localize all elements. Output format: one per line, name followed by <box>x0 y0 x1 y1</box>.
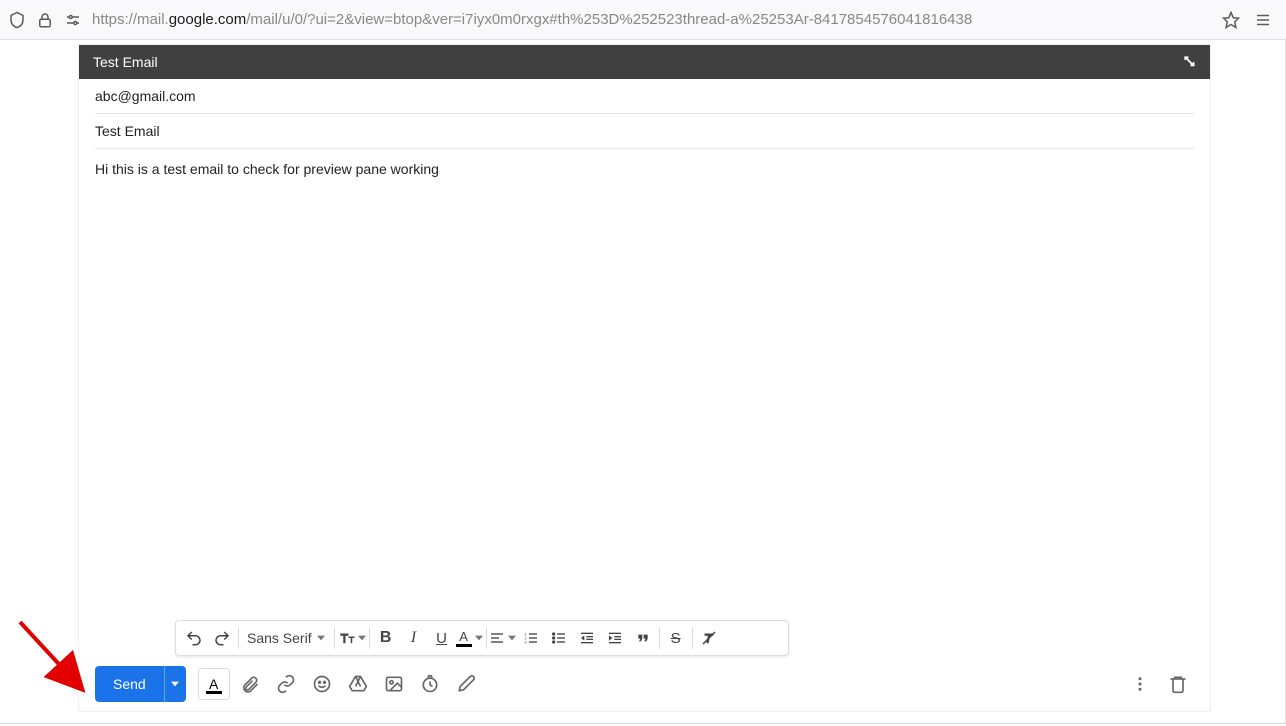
italic-button[interactable]: I <box>400 624 428 652</box>
to-field[interactable]: abc@gmail.com <box>95 79 1194 114</box>
menu-icon[interactable] <box>1254 11 1272 29</box>
indent-less-button[interactable] <box>573 624 601 652</box>
font-size-button[interactable] <box>337 624 367 652</box>
subject-value: Test Email <box>95 123 160 139</box>
compose-fields: abc@gmail.com Test Email <box>79 79 1210 149</box>
browser-toolbar: https://mail.google.com/mail/u/0/?ui=2&v… <box>0 0 1286 40</box>
compose-titlebar[interactable]: Test Email <box>79 45 1210 79</box>
align-button[interactable] <box>489 624 517 652</box>
bullet-list-button[interactable] <box>545 624 573 652</box>
send-button[interactable]: Send <box>95 666 164 702</box>
popout-icon[interactable] <box>1182 54 1196 71</box>
clear-format-button[interactable] <box>695 624 723 652</box>
subject-field[interactable]: Test Email <box>95 114 1194 149</box>
image-icon[interactable] <box>378 668 410 700</box>
text-color-button[interactable]: A <box>456 624 484 652</box>
discard-icon[interactable] <box>1162 668 1194 700</box>
shield-icon[interactable] <box>8 11 26 29</box>
link-icon[interactable] <box>270 668 302 700</box>
send-options-button[interactable] <box>164 666 186 702</box>
underline-button[interactable]: U <box>428 624 456 652</box>
compose-body[interactable]: Hi this is a test email to check for pre… <box>79 149 1210 579</box>
separator <box>369 627 370 649</box>
url-domain: google.com <box>169 11 247 28</box>
undo-button[interactable] <box>180 624 208 652</box>
strikethrough-button[interactable]: S <box>662 624 690 652</box>
separator <box>692 627 693 649</box>
separator <box>486 627 487 649</box>
attach-icon[interactable] <box>234 668 266 700</box>
more-options-icon[interactable] <box>1124 668 1156 700</box>
format-toolbar: Sans Serif B I U A 123 S <box>175 620 789 656</box>
url-path: /mail/u/0/?ui=2&view=btop&ver=i7iyx0m0rx… <box>246 11 972 28</box>
font-name: Sans Serif <box>247 630 312 646</box>
send-label: Send <box>113 676 146 692</box>
bold-button[interactable]: B <box>372 624 400 652</box>
signature-icon[interactable] <box>450 668 482 700</box>
svg-text:3: 3 <box>524 639 527 644</box>
quote-button[interactable] <box>629 624 657 652</box>
compose-bottom-bar: Send A <box>79 657 1210 711</box>
bookmark-icon[interactable] <box>1222 11 1240 29</box>
url-bar[interactable]: https://mail.google.com/mail/u/0/?ui=2&v… <box>92 11 1212 28</box>
compose-action-icons: A <box>198 668 482 700</box>
separator <box>659 627 660 649</box>
font-select[interactable]: Sans Serif <box>241 624 332 652</box>
compose-window: Test Email abc@gmail.com Test Email Hi t… <box>79 45 1210 711</box>
emoji-icon[interactable] <box>306 668 338 700</box>
indent-more-button[interactable] <box>601 624 629 652</box>
to-value: abc@gmail.com <box>95 88 196 104</box>
body-text: Hi this is a test email to check for pre… <box>95 161 439 177</box>
numbered-list-button[interactable]: 123 <box>517 624 545 652</box>
confidential-icon[interactable] <box>414 668 446 700</box>
permissions-icon[interactable] <box>64 11 82 29</box>
separator <box>238 627 239 649</box>
formatting-toggle-button[interactable]: A <box>198 668 230 700</box>
drive-icon[interactable] <box>342 668 374 700</box>
compose-title: Test Email <box>93 54 158 70</box>
lock-icon[interactable] <box>36 11 54 29</box>
url-prefix: https://mail. <box>92 11 169 28</box>
send-group: Send <box>95 666 186 702</box>
redo-button[interactable] <box>208 624 236 652</box>
separator <box>334 627 335 649</box>
